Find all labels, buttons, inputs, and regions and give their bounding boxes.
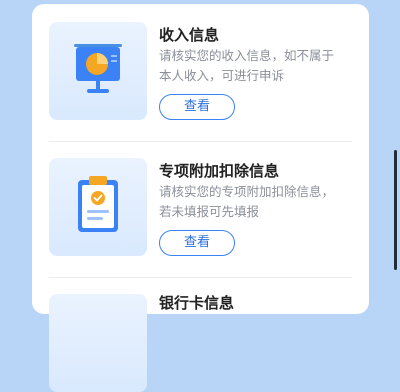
section-title: 银行卡信息 — [159, 294, 235, 312]
view-deduction-button[interactable]: 查看 — [159, 230, 235, 256]
presentation-chart-icon — [49, 22, 147, 120]
description-line: 请核实您的收入信息，如不属于 — [159, 48, 335, 63]
description-line: 请核实您的专项附加扣除信息， — [159, 184, 335, 199]
description-line: 本人收入，可进行申诉 — [159, 68, 285, 83]
divider — [49, 141, 352, 142]
view-income-button[interactable]: 查看 — [159, 94, 235, 120]
section-description: 请核实您的收入信息，如不属于 本人收入，可进行申诉 — [159, 46, 359, 86]
section-description: 请核实您的专项附加扣除信息， 若未填报可先填报 — [159, 182, 359, 222]
bank-card-icon — [49, 294, 147, 392]
section-title: 专项附加扣除信息 — [159, 162, 280, 180]
info-card: 收入信息 请核实您的收入信息，如不属于 本人收入，可进行申诉 查看 专项附加扣除… — [32, 4, 369, 392]
section-title: 收入信息 — [159, 26, 220, 44]
divider — [49, 277, 352, 278]
description-line: 若未填报可先填报 — [159, 204, 260, 219]
clipboard-check-icon — [49, 158, 147, 256]
scrollbar[interactable] — [394, 150, 397, 270]
